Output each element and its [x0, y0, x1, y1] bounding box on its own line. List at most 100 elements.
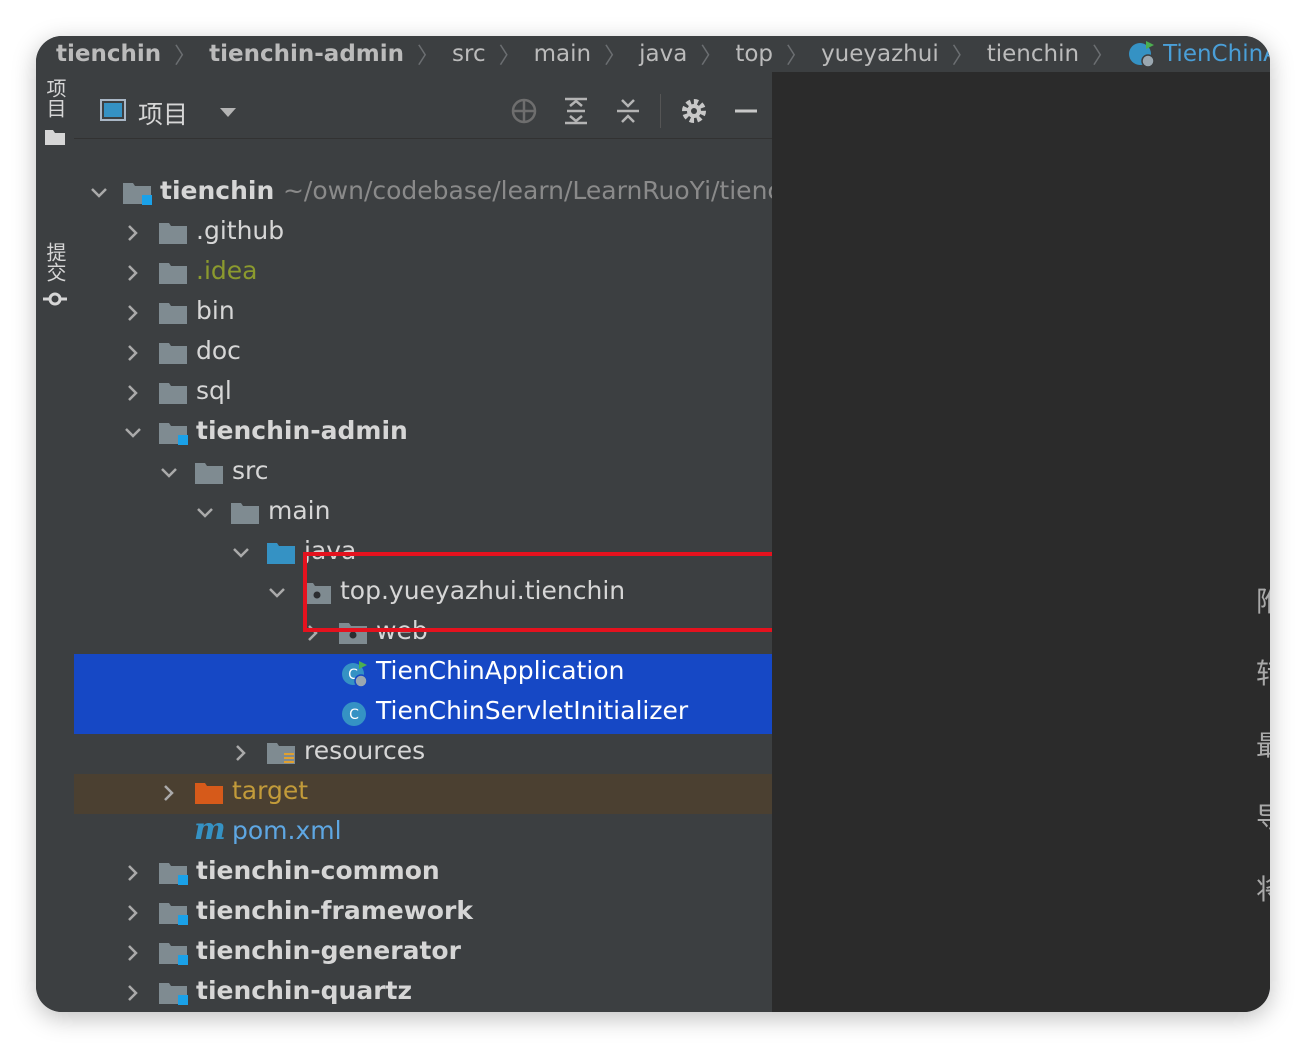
chevron-down-icon[interactable]	[230, 542, 252, 564]
minus-icon	[735, 109, 757, 113]
spring-boot-class-icon	[1129, 41, 1155, 68]
editor-area: 附 转 最 导 将	[772, 72, 1270, 1012]
project-tab-label: 项目	[43, 78, 67, 118]
tree-node-root[interactable]: tienchin ~/own/codebase/learn/LearnRuoYi…	[74, 174, 781, 214]
expand-all-button[interactable]	[560, 95, 592, 127]
chevron-right-icon[interactable]	[122, 862, 144, 884]
module-folder-icon	[159, 903, 188, 925]
chevron-right-icon[interactable]	[122, 222, 144, 244]
breadcrumb-item[interactable]: top	[735, 41, 773, 67]
tree-node-main[interactable]: main	[74, 494, 772, 534]
tree-node-label: .idea	[196, 256, 258, 285]
hide-panel-button[interactable]	[730, 95, 762, 127]
tree-node-sql[interactable]: sql	[74, 374, 772, 414]
breadcrumb-item[interactable]: tienchin-admin	[209, 41, 404, 67]
tree-node-label: java	[304, 536, 357, 565]
breadcrumb-item[interactable]: src	[452, 41, 486, 67]
breadcrumb-separator: 〉	[1092, 44, 1115, 69]
tree-node-web[interactable]: web	[74, 614, 772, 654]
tree-node-label: .github	[196, 216, 285, 245]
breadcrumb-item[interactable]: yueyazhui	[821, 41, 939, 67]
tree-node-pom[interactable]: m pom.xml	[74, 812, 772, 854]
project-tool-tab[interactable]: 项目	[40, 78, 70, 146]
module-folder-icon	[159, 983, 188, 1005]
chevron-right-icon[interactable]	[122, 982, 144, 1004]
breadcrumb: tienchin 〉 tienchin-admin 〉 src 〉 main 〉 java 〉 to…	[36, 36, 1270, 72]
breadcrumb-label: yueyazhui	[821, 41, 939, 67]
breadcrumb-item[interactable]: tienchin	[56, 41, 161, 67]
tree-node-target[interactable]: target	[74, 774, 772, 814]
chevron-down-icon[interactable]	[194, 502, 216, 524]
breadcrumb-separator: 〉	[174, 44, 197, 69]
breadcrumb-label: tienchin-admin	[209, 41, 405, 67]
chevron-right-icon[interactable]	[122, 382, 144, 404]
folder-icon	[159, 303, 187, 324]
chevron-down-icon[interactable]	[122, 422, 144, 444]
panel-title[interactable]: 项目	[138, 95, 188, 131]
chevron-right-icon[interactable]	[230, 742, 252, 764]
chevron-right-icon[interactable]	[122, 262, 144, 284]
tree-node-idea[interactable]: .idea	[74, 254, 772, 294]
chevron-right-icon[interactable]	[302, 622, 324, 644]
breadcrumb-separator: 〉	[700, 44, 723, 69]
java-class-icon: C	[342, 702, 366, 726]
chevron-right-icon[interactable]	[122, 302, 144, 324]
folder-icon	[195, 463, 223, 484]
chevron-right-icon[interactable]	[122, 902, 144, 924]
tree-node-label: tienchin	[160, 176, 275, 205]
folder-icon	[159, 383, 187, 404]
tree-node-tienchin-generator[interactable]: tienchin-generator	[74, 934, 772, 974]
package-icon	[339, 623, 367, 644]
tree-node-label: TienChinServletInitializer	[376, 696, 689, 725]
tree-node-src[interactable]: src	[74, 454, 772, 494]
breadcrumb-item[interactable]: java	[639, 41, 687, 67]
chevron-down-icon[interactable]	[88, 182, 110, 204]
breadcrumb-separator: 〉	[604, 44, 627, 69]
tree-node-tienchin-application[interactable]: C TienChinApplication	[74, 654, 772, 694]
tree-node-github[interactable]: .github	[74, 214, 772, 254]
chevron-right-icon[interactable]	[122, 942, 144, 964]
commit-tab-label: 提交	[43, 242, 67, 282]
tree-node-label: doc	[196, 336, 241, 365]
tree-node-tienchin-admin[interactable]: tienchin-admin	[74, 414, 772, 454]
breadcrumb-label: TienChinApplication	[1163, 41, 1270, 67]
tree-node-tienchin-framework[interactable]: tienchin-framework	[74, 894, 772, 934]
chevron-down-icon[interactable]	[220, 108, 236, 117]
breadcrumb-item[interactable]: tienchin	[987, 41, 1079, 67]
tree-node-label: TienChinApplication	[376, 656, 625, 685]
breadcrumb-label: java	[639, 41, 688, 67]
commit-tool-tab[interactable]: 提交	[40, 242, 70, 308]
tree-node-java[interactable]: java	[74, 534, 772, 574]
breadcrumb-item[interactable]: TienChinApplication	[1127, 39, 1270, 69]
tree-node-label: tienchin-generator	[196, 936, 461, 965]
toolbar-divider	[660, 94, 661, 128]
tree-node-label: target	[232, 776, 309, 805]
chevron-down-icon[interactable]	[266, 582, 288, 604]
tree-node-label: src	[232, 456, 269, 485]
breadcrumb-label: top	[735, 41, 774, 67]
tree-node-tienchin-quartz[interactable]: tienchin-quartz	[74, 974, 772, 1012]
select-opened-file-button[interactable]	[508, 95, 540, 127]
tree-node-resources[interactable]: resources	[74, 734, 772, 774]
chevron-down-icon[interactable]	[158, 462, 180, 484]
tree-node-bin[interactable]: bin	[74, 294, 772, 334]
collapse-all-button[interactable]	[612, 95, 644, 127]
folder-icon	[159, 343, 187, 364]
project-panel: 项目 tienchin ~/own/codebase/learn/LearnRu…	[74, 72, 787, 1012]
collapse-all-icon	[617, 99, 639, 123]
chevron-right-icon[interactable]	[122, 342, 144, 364]
settings-button[interactable]	[678, 95, 710, 127]
breadcrumb-item[interactable]: main	[534, 41, 591, 67]
folder-icon	[159, 223, 187, 244]
project-path: ~/own/codebase/learn/LearnRuoYi/tienc	[282, 176, 782, 205]
tree-node-doc[interactable]: doc	[74, 334, 772, 374]
tree-node-package[interactable]: top.yueyazhui.tienchin	[74, 574, 772, 614]
chevron-right-icon[interactable]	[158, 782, 180, 804]
tree-node-tienchin-servlet-initializer[interactable]: C TienChinServletInitializer	[74, 694, 772, 734]
excluded-folder-icon	[195, 783, 223, 804]
folder-icon	[159, 263, 187, 284]
editor-edge-text: 最	[1256, 724, 1270, 764]
tree-node-tienchin-common[interactable]: tienchin-common	[74, 854, 772, 894]
tree-node-label: pom.xml	[232, 816, 342, 845]
module-folder-icon	[159, 863, 188, 885]
